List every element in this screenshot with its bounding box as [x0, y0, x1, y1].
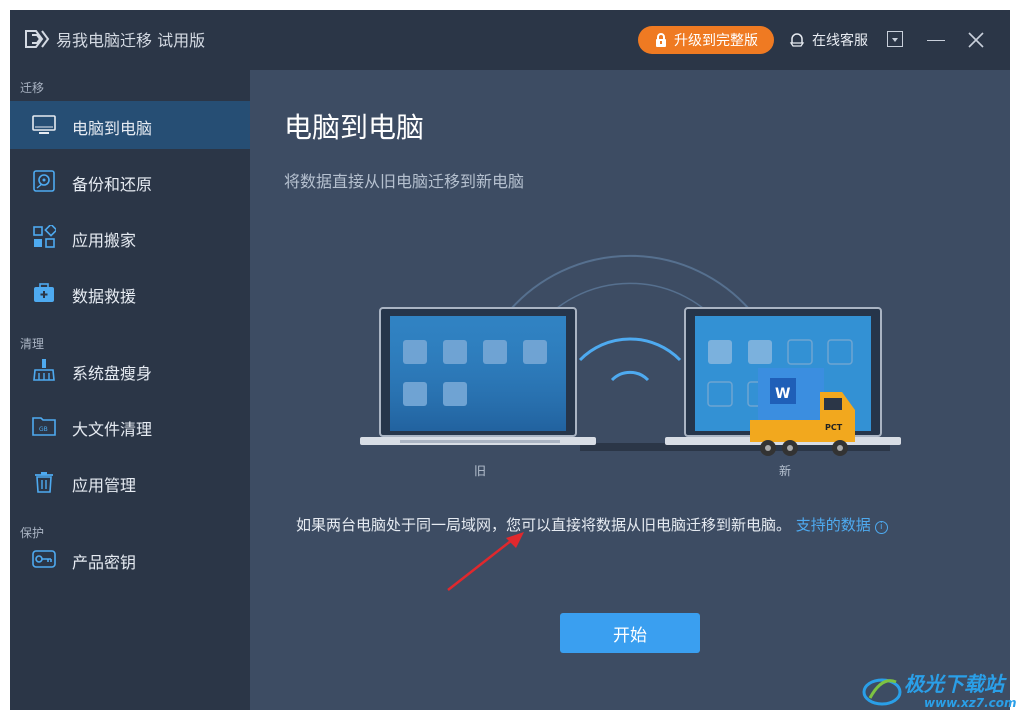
sidebar-item-app-manage[interactable]: 应用管理	[10, 458, 250, 506]
section-label-migrate: 迁移	[20, 81, 45, 95]
svg-text:W: W	[775, 386, 790, 402]
truck-label: PCT	[825, 423, 843, 432]
watermark-url: www.xz7.com	[924, 696, 1017, 710]
sidebar-item-data-rescue[interactable]: 数据救援	[10, 269, 250, 317]
start-button[interactable]: 开始	[560, 613, 700, 653]
page-title: 电脑到电脑	[284, 111, 425, 144]
app-window: 易我电脑迁移 试用版 升级到完整版 在线客服 迁移 电脑到电脑 备份和还原 应用…	[10, 10, 1010, 710]
broom-icon	[33, 359, 55, 381]
sidebar-item-label: 应用搬家	[72, 231, 137, 250]
transfer-illustration: W PCT	[360, 254, 901, 456]
main-panel: 电脑到电脑 将数据直接从旧电脑迁移到新电脑 W PCT 旧 新 如果两台电脑处于…	[250, 70, 1010, 710]
supported-data-link[interactable]: 支持的数据 i	[796, 516, 888, 534]
first-aid-kit-icon	[34, 283, 54, 302]
info-icon: i	[874, 521, 888, 534]
sidebar-item-label: 产品密钥	[72, 553, 137, 572]
upgrade-label: 升级到完整版	[674, 33, 758, 49]
sidebar-item-label: 电脑到电脑	[72, 119, 153, 138]
app-grid-icon	[33, 225, 56, 248]
page-subtitle: 将数据直接从旧电脑迁移到新电脑	[284, 172, 525, 191]
sidebar-item-label: 系统盘瘦身	[72, 364, 153, 383]
key-icon	[32, 550, 56, 568]
headset-icon	[789, 33, 805, 47]
watermark-text: 极光下载站	[904, 672, 1004, 696]
sidebar-item-label: 应用管理	[72, 476, 137, 495]
svg-text:GB: GB	[39, 426, 48, 433]
sidebar-item-label: 备份和还原	[72, 175, 153, 194]
sidebar-item-pc-to-pc[interactable]: 电脑到电脑	[10, 101, 250, 149]
gb-folder-icon: GB	[32, 417, 56, 436]
annotation-arrow	[447, 532, 524, 591]
sidebar-item-product-key[interactable]: 产品密钥	[10, 535, 250, 583]
old-laptop	[360, 307, 596, 445]
monitor-icon	[32, 115, 56, 134]
menu-dropdown-button[interactable]	[887, 31, 903, 47]
new-pc-label: 新	[779, 464, 792, 478]
sidebar-item-label: 大文件清理	[72, 420, 153, 439]
upgrade-button[interactable]: 升级到完整版	[638, 26, 774, 54]
app-title: 易我电脑迁移 试用版	[56, 31, 206, 50]
sidebar: 迁移 电脑到电脑 备份和还原 应用搬家 数据救援 清理 系统盘瘦身 GB 大文件…	[10, 70, 250, 710]
title-bar: 易我电脑迁移 试用版 升级到完整版 在线客服	[10, 10, 1010, 70]
sidebar-item-app-migration[interactable]: 应用搬家	[10, 213, 250, 261]
sidebar-item-backup-restore[interactable]: 备份和还原	[10, 157, 250, 205]
minimize-button[interactable]	[927, 40, 945, 41]
app-logo-icon	[25, 30, 50, 48]
sidebar-item-label: 数据救援	[72, 287, 137, 306]
online-service-label: 在线客服	[812, 33, 868, 49]
trash-icon	[35, 472, 53, 493]
chevron-down-icon	[892, 38, 898, 42]
close-icon[interactable]	[966, 30, 986, 50]
info-text: 如果两台电脑处于同一局域网，您可以直接将数据从旧电脑迁移到新电脑。	[296, 516, 792, 534]
online-service-button[interactable]: 在线客服	[788, 30, 868, 50]
backup-disk-icon	[33, 170, 55, 192]
watermark-logo-icon	[862, 678, 902, 706]
lock-icon	[656, 33, 666, 47]
sidebar-item-system-slim[interactable]: 系统盘瘦身	[10, 346, 250, 394]
info-text-line: 如果两台电脑处于同一局域网，您可以直接将数据从旧电脑迁移到新电脑。 支持的数据 i	[296, 514, 888, 535]
sidebar-item-large-file-clean[interactable]: GB 大文件清理	[10, 402, 250, 450]
old-pc-label: 旧	[474, 464, 487, 478]
